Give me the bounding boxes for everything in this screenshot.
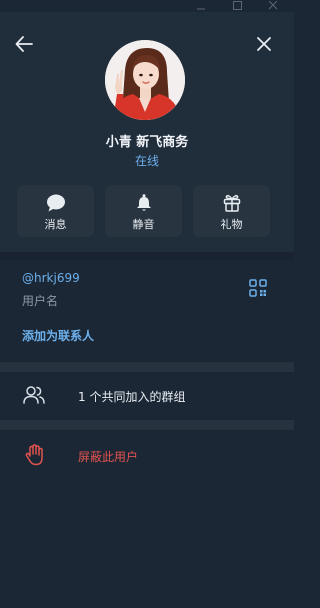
profile-name: 小青 新飞商务	[105, 135, 189, 150]
avatar[interactable]	[105, 40, 185, 120]
common-groups-label: 1 个共同加入的群组	[78, 390, 186, 404]
divider	[0, 362, 294, 372]
add-contact-link[interactable]: 添加为联系人	[22, 327, 94, 344]
message-bubble-icon	[46, 193, 66, 213]
gift-icon	[223, 193, 241, 213]
minimize-icon[interactable]	[190, 0, 212, 12]
maximize-icon[interactable]	[226, 0, 248, 12]
block-user-label: 屏蔽此用户	[78, 450, 139, 464]
divider	[0, 420, 294, 430]
online-status: 在线	[134, 154, 159, 168]
username-value[interactable]: @hrkj699	[22, 271, 80, 285]
profile-header: 小青 新飞商务 在线 消息 静音 礼物	[0, 12, 294, 252]
message-label: 消息	[44, 218, 67, 231]
hand-stop-icon	[25, 444, 45, 470]
mute-button[interactable]: 静音	[105, 185, 182, 237]
close-icon[interactable]	[251, 31, 277, 57]
title-bar	[0, 0, 294, 12]
qr-code-icon[interactable]	[249, 279, 267, 297]
mute-label: 静音	[132, 218, 155, 231]
block-user-row[interactable]: 屏蔽此用户	[0, 430, 294, 480]
common-groups-row[interactable]: 1 个共同加入的群组	[0, 372, 294, 420]
window-close-icon[interactable]	[262, 0, 284, 12]
gift-button[interactable]: 礼物	[193, 185, 270, 237]
bell-icon	[136, 193, 152, 213]
arrow-left-icon[interactable]	[11, 31, 37, 57]
users-icon	[23, 385, 45, 409]
message-button[interactable]: 消息	[17, 185, 94, 237]
divider	[0, 252, 294, 260]
info-section: @hrkj699 用户名 添加为联系人	[0, 260, 294, 362]
gift-label: 礼物	[220, 218, 243, 231]
username-label: 用户名	[22, 294, 59, 308]
